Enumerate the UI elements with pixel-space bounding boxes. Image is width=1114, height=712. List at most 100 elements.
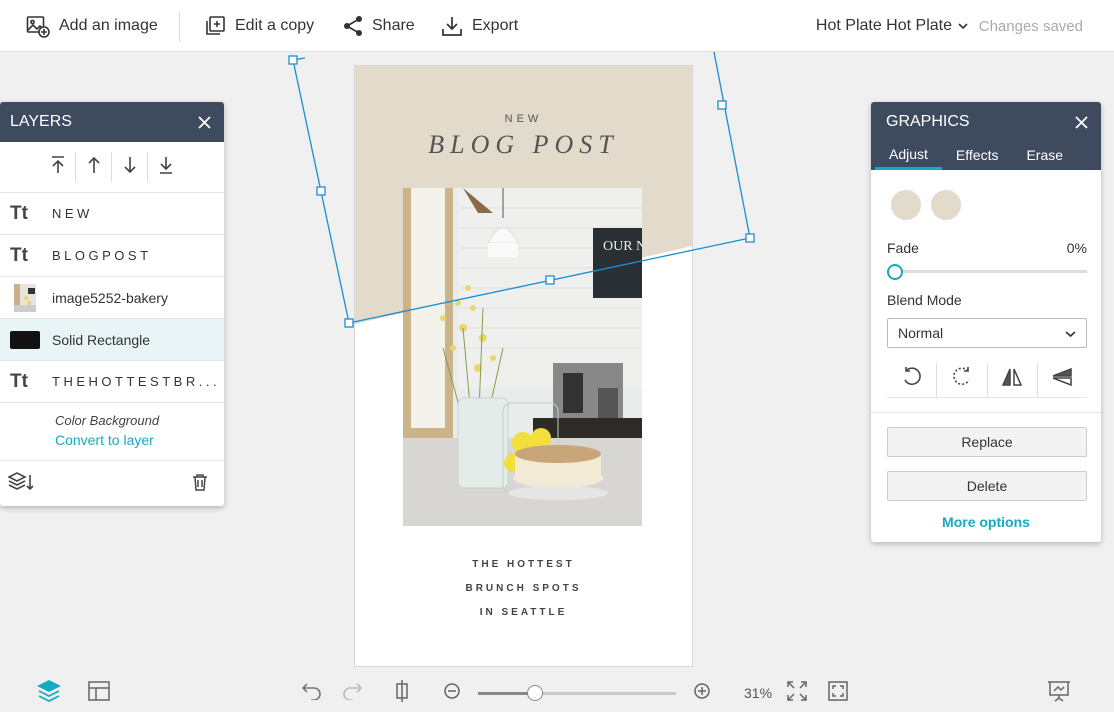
bring-to-front-button[interactable]	[40, 152, 76, 182]
fit-screen-button[interactable]	[785, 674, 809, 712]
document-title: Hot Plate Hot Plate	[815, 17, 952, 34]
move-down-button[interactable]	[112, 152, 148, 182]
edit-copy-button[interactable]: Edit a copy	[204, 0, 314, 52]
blend-mode-select[interactable]: Normal	[887, 318, 1087, 348]
graphics-tabs: Adjust Effects Erase	[871, 140, 1101, 170]
undo-button[interactable]	[300, 674, 324, 712]
flip-horizontal-button[interactable]	[988, 362, 1038, 397]
share-icon	[343, 15, 363, 37]
edit-copy-label: Edit a copy	[235, 17, 315, 34]
graphics-panel-header: GRAPHICS	[871, 102, 1101, 142]
close-icon[interactable]	[1071, 112, 1091, 132]
fade-slider-track	[887, 270, 1087, 273]
color-swatch[interactable]	[891, 190, 921, 220]
arrow-down-icon	[123, 156, 137, 179]
blend-mode-label: Blend Mode	[887, 292, 962, 308]
grid-layout-button[interactable]	[87, 674, 111, 712]
layers-panel-title: LAYERS	[10, 113, 72, 130]
layer-item-solid-rectangle[interactable]: Solid Rectangle	[0, 319, 224, 361]
document-title-dropdown[interactable]: Hot Plate Hot Plate	[816, 0, 968, 52]
redo-button[interactable]	[340, 674, 364, 712]
layer-item-image[interactable]: image5252-bakery	[0, 277, 224, 319]
text-layer-icon: Tt	[10, 244, 28, 266]
send-to-back-icon	[159, 156, 173, 179]
align-center-icon	[392, 679, 412, 707]
flip-vertical-icon	[1051, 367, 1073, 392]
zoom-slider-handle[interactable]	[527, 685, 544, 701]
chevron-down-icon	[1065, 325, 1076, 341]
resize-handle[interactable]	[316, 186, 326, 196]
presentation-icon	[1047, 680, 1071, 707]
convert-to-layer-link[interactable]: Convert to layer	[55, 432, 224, 448]
top-toolbar: Add an image Edit a copy Share Export Ho…	[0, 0, 1114, 52]
layer-order-toolbar	[0, 142, 224, 193]
layout-icon	[88, 680, 110, 706]
flip-vertical-button[interactable]	[1038, 363, 1087, 397]
layer-item-label: BLOGPOST	[52, 248, 152, 263]
subtitle-line-2[interactable]: BRUNCH SPOTS	[355, 583, 692, 594]
layer-sort-icon[interactable]	[7, 471, 34, 497]
close-icon[interactable]	[194, 112, 214, 132]
resize-handle[interactable]	[745, 233, 755, 243]
zoom-percentage: 31%	[744, 685, 773, 701]
fade-value: 0%	[1066, 240, 1087, 256]
fullscreen-button[interactable]	[826, 674, 850, 712]
zoom-in-button[interactable]	[692, 674, 712, 712]
bring-to-front-icon	[51, 155, 65, 179]
blend-mode-value: Normal	[898, 325, 944, 341]
layers-icon	[36, 679, 62, 707]
layer-item-blogpost[interactable]: Tt BLOGPOST	[0, 235, 224, 277]
layers-toggle-button[interactable]	[36, 674, 62, 712]
resize-handle[interactable]	[288, 55, 298, 65]
svg-text:OUR N: OUR N	[603, 239, 642, 254]
zoom-slider[interactable]	[478, 685, 676, 701]
add-image-button[interactable]: Add an image	[26, 0, 158, 52]
layer-item-label: NEW	[52, 206, 93, 221]
replace-button[interactable]: Replace	[887, 427, 1087, 457]
present-button[interactable]	[1046, 674, 1072, 712]
share-label: Share	[372, 17, 415, 34]
rotate-right-button[interactable]	[937, 362, 988, 397]
resize-handle[interactable]	[717, 100, 727, 110]
zoom-out-button[interactable]	[442, 674, 462, 712]
subtitle-line-1[interactable]: THE HOTTEST	[355, 559, 692, 570]
image-thumbnail	[10, 283, 40, 312]
design-page[interactable]: NEW BLOG POST OUR N THE HOTTEST BRUNCH S…	[355, 66, 692, 666]
graphics-panel: GRAPHICS Adjust Effects Erase Fade 0% Bl…	[871, 102, 1101, 542]
delete-button[interactable]: Delete	[887, 471, 1087, 501]
layer-item-thehottest[interactable]: Tt THEHOTTESTBR...	[0, 361, 224, 403]
download-icon	[441, 15, 463, 37]
transform-toolbar	[887, 362, 1087, 398]
rectangle-thumbnail	[10, 326, 40, 354]
align-center-button[interactable]	[390, 674, 414, 712]
headline-blog-post-text[interactable]: BLOG POST	[355, 130, 692, 160]
more-options-link[interactable]: More options	[871, 514, 1101, 530]
bottom-toolbar: 31%	[0, 674, 1114, 712]
send-to-back-button[interactable]	[148, 152, 184, 182]
undo-icon	[301, 682, 323, 705]
layer-item-background: Color Background Convert to layer	[0, 403, 224, 461]
fade-slider[interactable]	[887, 264, 1087, 280]
fade-slider-handle[interactable]	[887, 264, 903, 280]
bakery-photo[interactable]: OUR N	[403, 188, 642, 526]
trash-icon[interactable]	[192, 473, 208, 496]
move-up-button[interactable]	[76, 152, 112, 182]
fade-label: Fade	[887, 240, 919, 256]
resize-handle[interactable]	[344, 318, 354, 328]
add-image-label: Add an image	[59, 17, 158, 34]
subtitle-line-3[interactable]: IN SEATTLE	[355, 607, 692, 618]
export-label: Export	[472, 17, 519, 34]
tab-adjust[interactable]: Adjust	[875, 140, 942, 170]
headline-new-text[interactable]: NEW	[355, 113, 692, 125]
fade-row: Fade 0%	[871, 240, 1101, 256]
layer-item-new[interactable]: Tt NEW	[0, 193, 224, 235]
rotate-left-button[interactable]	[887, 362, 938, 397]
share-button[interactable]: Share	[343, 0, 415, 52]
fullscreen-icon	[828, 680, 848, 706]
color-swatch[interactable]	[931, 190, 961, 220]
layers-panel-header: LAYERS	[0, 102, 224, 142]
export-button[interactable]: Export	[441, 0, 518, 52]
tab-effects[interactable]: Effects	[942, 140, 1013, 170]
tab-erase[interactable]: Erase	[1012, 140, 1077, 170]
text-layer-icon: Tt	[10, 202, 28, 224]
